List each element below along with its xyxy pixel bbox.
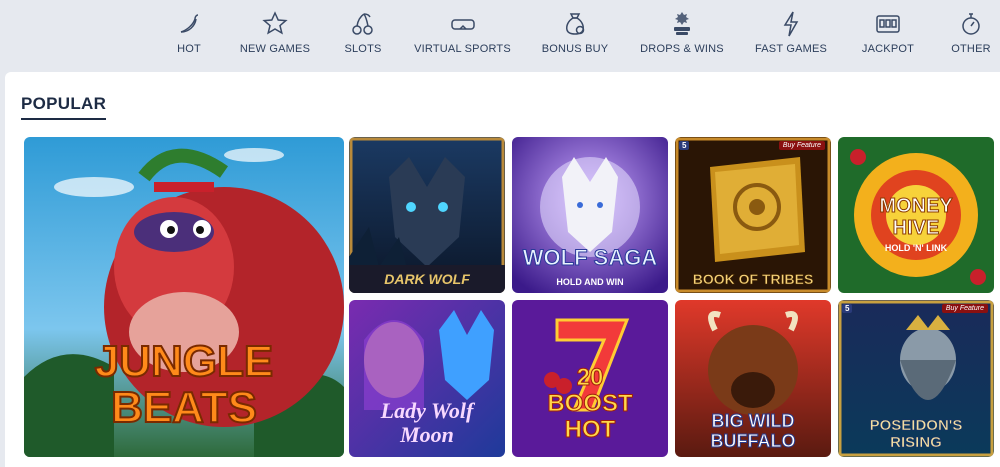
- nav-label: SLOTS: [344, 43, 382, 55]
- nav-item-fast-games[interactable]: FAST GAMES: [755, 0, 827, 72]
- nav-item-other[interactable]: OTHER: [950, 0, 992, 72]
- vr-goggles-icon: [448, 9, 478, 39]
- game-title: 20 BOOST HOT: [547, 364, 633, 443]
- money-bag-icon: [560, 9, 590, 39]
- nav-label: VIRTUAL SPORTS: [414, 43, 511, 55]
- game-title: JUNGLE BEATS: [94, 337, 274, 432]
- nav-item-hot[interactable]: HOT: [170, 0, 208, 72]
- game-tile-book-of-tribes[interactable]: 5 Buy Feature BOOK OF TRIBES: [675, 137, 831, 293]
- nav-label: FAST GAMES: [754, 43, 828, 55]
- game-title: DARK WOLF: [384, 271, 470, 287]
- game-tile-poseidons-rising[interactable]: 5 Buy Feature POSEIDON'S RISING: [838, 300, 994, 457]
- category-nav: HOT NEW GAMES SLOTS VIRTUAL SPORTS BONUS…: [0, 0, 1000, 72]
- nav-item-new-games[interactable]: NEW GAMES: [240, 0, 310, 72]
- nav-item-virtual-sports[interactable]: VIRTUAL SPORTS: [414, 0, 511, 72]
- game-title: BIG WILD BUFFALO: [710, 411, 796, 452]
- star-icon: [260, 9, 290, 39]
- nav-label: HOT: [177, 43, 201, 55]
- cherries-icon: [348, 9, 378, 39]
- nav-item-bonus-buy[interactable]: BONUS BUY: [542, 0, 608, 72]
- game-artwork: [675, 137, 831, 293]
- game-artwork: [349, 137, 505, 293]
- lightning-icon: [776, 9, 806, 39]
- game-tile-dark-wolf[interactable]: DARK WOLF: [349, 137, 505, 293]
- section-title: POPULAR: [21, 94, 107, 120]
- game-tile-big-wild-buffalo[interactable]: BIG WILD BUFFALO: [675, 300, 831, 457]
- provider-badge: 5: [842, 304, 853, 313]
- nav-label: DROPS & WINS: [640, 43, 724, 55]
- stopwatch-icon: [956, 9, 986, 39]
- game-title: MONEY HIVE: [879, 195, 953, 240]
- slot-machine-icon: [873, 9, 903, 39]
- game-title: POSEIDON'S RISING: [869, 417, 963, 452]
- buy-feature-badge: Buy Feature: [778, 141, 825, 150]
- game-title: WOLF SAGA: [522, 245, 658, 271]
- nav-item-slots[interactable]: SLOTS: [343, 0, 383, 72]
- game-tile-lady-wolf-moon[interactable]: Lady Wolf Moon: [349, 300, 505, 457]
- game-tile-20-boost-hot[interactable]: 20 BOOST HOT: [512, 300, 668, 457]
- game-tile-wolf-saga[interactable]: WOLF SAGA HOLD AND WIN: [512, 137, 668, 293]
- game-tile-money-hive[interactable]: MONEY HIVE HOLD 'N' LINK: [838, 137, 994, 293]
- game-subtitle: HOLD 'N' LINK: [884, 243, 948, 253]
- game-tile-jungle-beats[interactable]: JUNGLE BEATS: [24, 137, 344, 457]
- nav-label: JACKPOT: [861, 43, 915, 55]
- nav-label: NEW GAMES: [239, 43, 311, 55]
- nav-item-drops-wins[interactable]: DROPS & WINS: [640, 0, 724, 72]
- provider-badge: 5: [679, 141, 690, 150]
- popular-section: POPULAR JUNGLE BEATS DARK WOLF WOLF SAGA…: [5, 72, 1000, 467]
- nav-label: BONUS BUY: [541, 43, 609, 55]
- nav-label: OTHER: [951, 43, 991, 55]
- game-title: Lady Wolf Moon: [380, 398, 474, 447]
- buy-feature-badge: Buy Feature: [941, 304, 988, 313]
- game-title: BOOK OF TRIBES: [692, 271, 814, 288]
- drops-wins-icon: [667, 9, 697, 39]
- chili-pepper-icon: [174, 9, 204, 39]
- game-subtitle: HOLD AND WIN: [556, 277, 624, 287]
- nav-item-jackpot[interactable]: JACKPOT: [860, 0, 916, 72]
